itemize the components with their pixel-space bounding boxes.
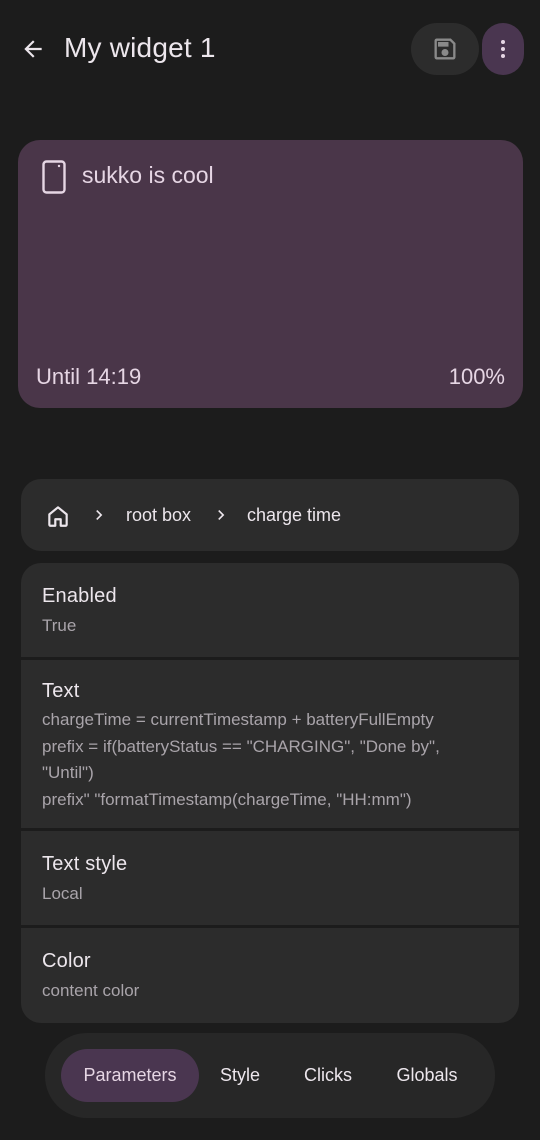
param-label: Color: [42, 950, 91, 972]
bottom-nav: Parameters Style Clicks Globals: [45, 1033, 495, 1118]
top-app-bar: My widget 1: [0, 0, 540, 100]
chevron-right-icon: [96, 510, 103, 520]
param-label: Enabled: [42, 585, 117, 607]
param-value-line: prefix = if(batteryStatus == "CHARGING",…: [42, 736, 440, 756]
breadcrumb-item-charge-time[interactable]: charge time: [247, 505, 341, 526]
arrow-left-icon: [24, 40, 42, 58]
save-icon: [434, 38, 456, 60]
breadcrumb-item-root-box[interactable]: root box: [126, 505, 191, 526]
tab-style[interactable]: Style: [205, 1049, 275, 1102]
preview-charge-time: Until 14:19: [36, 364, 142, 389]
back-button[interactable]: [14, 30, 52, 68]
param-value-line: "Until"): [42, 763, 94, 782]
param-color[interactable]: Color content color: [21, 928, 519, 1023]
preview-label: sukko is cool: [82, 162, 214, 188]
widget-preview[interactable]: sukko is cool Until 14:19 100%: [18, 140, 523, 408]
chevron-right-icon: [218, 510, 225, 520]
param-text[interactable]: Text chargeTime = currentTimestamp + bat…: [21, 660, 519, 828]
phone-icon: [42, 160, 66, 194]
param-value-line: chargeTime = currentTimestamp + batteryF…: [42, 710, 434, 729]
page-title: My widget 1: [64, 32, 216, 63]
tab-globals[interactable]: Globals: [381, 1049, 473, 1102]
parameter-list: Enabled True Text chargeTime = currentTi…: [21, 563, 519, 1023]
more-options-button[interactable]: [482, 23, 524, 75]
more-vertical-icon: [501, 40, 505, 58]
breadcrumb: root box charge time: [21, 479, 519, 551]
param-value: Local: [42, 884, 83, 903]
param-text-style[interactable]: Text style Local: [21, 831, 519, 925]
param-value: True: [42, 616, 77, 635]
param-enabled[interactable]: Enabled True: [21, 563, 519, 657]
home-icon: [48, 506, 68, 527]
param-label: Text: [42, 680, 80, 702]
tab-clicks[interactable]: Clicks: [289, 1049, 367, 1102]
save-button[interactable]: [411, 23, 479, 75]
preview-battery-level: 100%: [448, 364, 505, 389]
breadcrumb-home[interactable]: [43, 501, 73, 531]
param-value-line: prefix" "formatTimestamp(chargeTime, "HH…: [42, 789, 412, 809]
param-label: Text style: [42, 853, 128, 875]
param-value: content color: [42, 981, 140, 1000]
tab-parameters[interactable]: Parameters: [61, 1049, 199, 1102]
